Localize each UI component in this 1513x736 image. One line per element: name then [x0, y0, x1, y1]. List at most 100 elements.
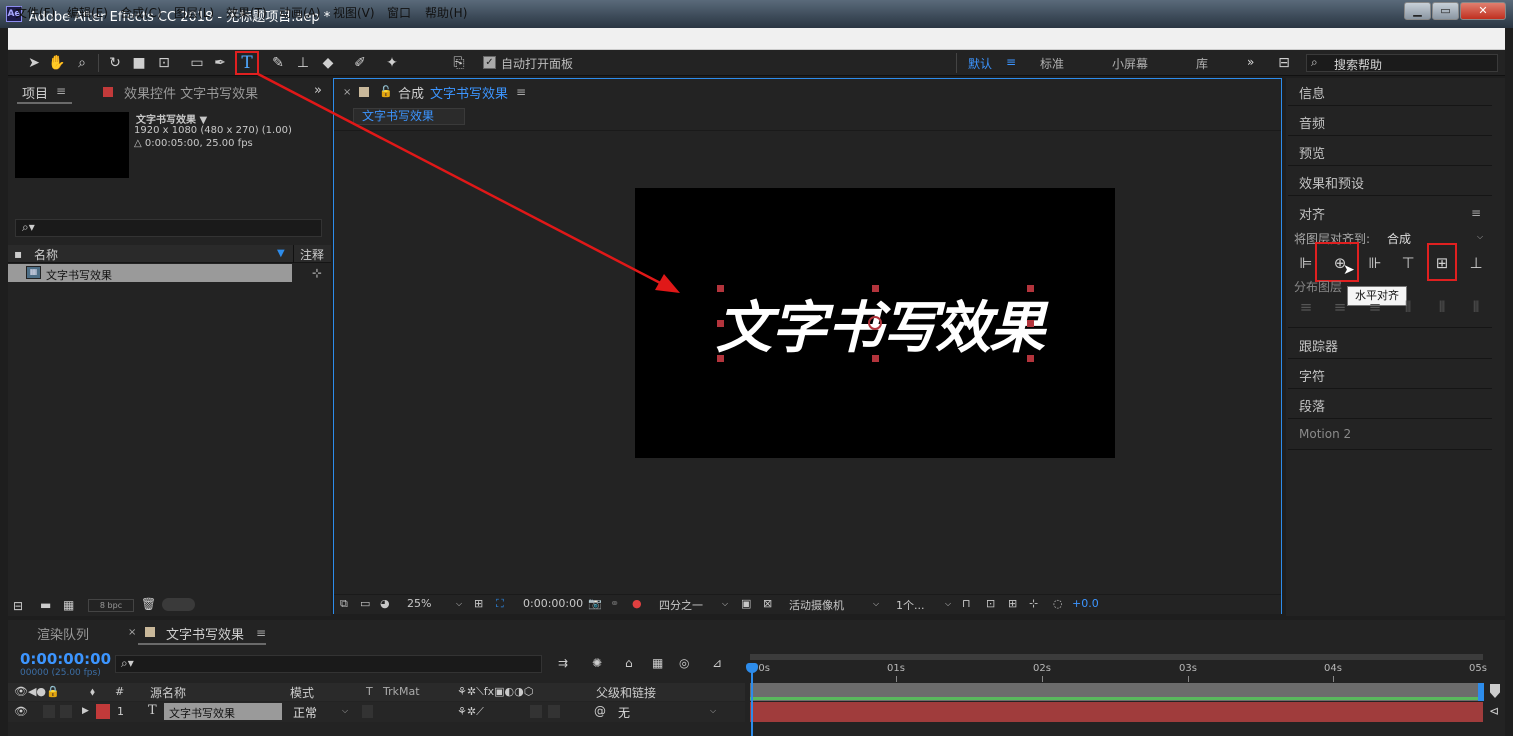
- hand-tool-icon[interactable]: ✋: [47, 53, 67, 73]
- fit-icon[interactable]: ⊞: [474, 597, 483, 610]
- fast-preview-icon[interactable]: ⊡: [986, 597, 995, 610]
- workspace-libraries[interactable]: 库: [1196, 55, 1208, 72]
- layer-duration-bar[interactable]: [750, 702, 1483, 722]
- panel-audio[interactable]: 音频: [1299, 113, 1325, 132]
- column-trkmat[interactable]: TrkMat: [383, 685, 420, 698]
- snapping-icon[interactable]: ⎘: [449, 53, 469, 73]
- solo-toggle[interactable]: [43, 705, 55, 718]
- interpret-footage-icon[interactable]: ⊟: [13, 599, 23, 613]
- tab-effect-controls[interactable]: 效果控件 文字书写效果: [124, 83, 258, 102]
- align-bottom-icon[interactable]: ⊥: [1466, 253, 1486, 273]
- bit-depth-button[interactable]: 8 bpc: [88, 599, 134, 612]
- camera-tool-icon[interactable]: ■: [129, 53, 149, 73]
- snapshot-icon[interactable]: 📷: [588, 597, 602, 610]
- layer-mode-dropdown[interactable]: 正常: [293, 704, 317, 721]
- transform-handle[interactable]: [872, 285, 879, 292]
- panel-paragraph[interactable]: 段落: [1299, 396, 1325, 415]
- roto-brush-tool-icon[interactable]: ✐: [350, 53, 370, 73]
- time-ruler[interactable]: [750, 660, 1485, 682]
- switch-toggle[interactable]: [548, 705, 560, 718]
- project-search-input[interactable]: [15, 219, 322, 237]
- transform-handle[interactable]: [717, 355, 724, 362]
- zoom-dropdown[interactable]: 25%: [407, 597, 431, 610]
- layer-switches-icons[interactable]: ⚘✲⟋: [457, 705, 484, 719]
- menu-layer[interactable]: 图层(L): [174, 4, 214, 21]
- panel-effects-presets[interactable]: 效果和预设: [1299, 173, 1364, 192]
- pen-tool-icon[interactable]: ✒: [210, 53, 230, 73]
- work-area-end-handle[interactable]: [1478, 683, 1484, 701]
- menu-composition[interactable]: 合成(C): [120, 4, 162, 21]
- layer-label-color[interactable]: [96, 704, 110, 719]
- menu-help[interactable]: 帮助(H): [425, 4, 467, 21]
- panel-menu-icon[interactable]: ≡: [516, 85, 526, 99]
- frame-blending-icon[interactable]: ▦: [652, 656, 663, 670]
- workspace-menu-icon[interactable]: ≡: [1006, 55, 1016, 69]
- switch-toggle[interactable]: [530, 705, 542, 718]
- transform-handle[interactable]: [1027, 320, 1034, 327]
- rotation-tool-icon[interactable]: ↻: [105, 53, 125, 73]
- new-folder-icon[interactable]: ▬: [40, 598, 51, 612]
- expand-layer-icon[interactable]: ▶: [82, 706, 89, 716]
- parent-dropdown[interactable]: 无: [618, 704, 630, 721]
- flowchart-icon[interactable]: ⊹: [1029, 597, 1038, 610]
- tab-render-queue[interactable]: 渲染队列: [37, 624, 89, 643]
- transform-handle[interactable]: [1027, 285, 1034, 292]
- show-snapshot-icon[interactable]: ⚭: [610, 597, 619, 610]
- align-top-icon[interactable]: ⊤: [1398, 253, 1418, 273]
- timeline-search-input[interactable]: [115, 655, 542, 673]
- menu-window[interactable]: 窗口: [387, 4, 411, 21]
- transform-handle[interactable]: [717, 320, 724, 327]
- transform-handle[interactable]: [1027, 355, 1034, 362]
- pixel-aspect-icon[interactable]: ⊓: [962, 597, 971, 610]
- motion-blur-icon[interactable]: ◎: [679, 656, 689, 670]
- reset-exposure-icon[interactable]: ◌: [1053, 597, 1063, 610]
- column-parent-link[interactable]: 父级和链接: [596, 684, 656, 701]
- zoom-tool-icon[interactable]: ⌕: [72, 53, 92, 73]
- channel-icon[interactable]: ●: [632, 597, 642, 610]
- panel-preview[interactable]: 预览: [1299, 143, 1325, 162]
- column-name[interactable]: 名称: [34, 246, 58, 263]
- always-preview-icon[interactable]: ⧉: [340, 597, 348, 611]
- selection-tool-icon[interactable]: ➤: [24, 53, 44, 73]
- transparency-grid-icon[interactable]: ⛶: [496, 597, 504, 611]
- resolution-dropdown[interactable]: 四分之一: [659, 597, 703, 613]
- visibility-eye-icon[interactable]: 👁: [14, 705, 28, 718]
- thumbnail-zoom-slider[interactable]: [162, 598, 195, 611]
- comp-breadcrumb[interactable]: 文字书写效果: [353, 108, 465, 125]
- mask-visibility-icon[interactable]: ◕: [380, 597, 390, 610]
- preserve-transparency-toggle[interactable]: [362, 705, 373, 718]
- lock-toggle[interactable]: [60, 705, 72, 718]
- region-of-interest-icon[interactable]: ▣: [741, 597, 751, 610]
- close-tab-icon[interactable]: ×: [128, 627, 136, 638]
- type-tool-icon[interactable]: T: [235, 51, 259, 75]
- workspace-default[interactable]: 默认: [968, 55, 992, 72]
- panel-info[interactable]: 信息: [1299, 83, 1325, 102]
- viewer-timecode[interactable]: 0:00:00:00: [523, 597, 583, 610]
- menu-view[interactable]: 视图(V): [333, 4, 375, 21]
- anchor-point-icon[interactable]: [868, 316, 882, 330]
- panel-character[interactable]: 字符: [1299, 366, 1325, 385]
- keyframe-nav-icon[interactable]: ⊲: [1489, 704, 1499, 718]
- exposure-value[interactable]: +0.0: [1072, 597, 1099, 610]
- clone-stamp-tool-icon[interactable]: ⊥: [293, 53, 313, 73]
- workspace-standard[interactable]: 标准: [1040, 55, 1064, 72]
- column-mode[interactable]: 模式: [290, 684, 314, 701]
- menu-animation[interactable]: 动画(A): [279, 4, 321, 21]
- lock-icon[interactable]: 🔓: [379, 85, 393, 98]
- panel-overflow-icon[interactable]: »: [314, 83, 322, 98]
- time-navigator[interactable]: [750, 654, 1483, 660]
- align-right-icon[interactable]: ⊪: [1365, 253, 1385, 273]
- panel-menu-icon[interactable]: ≡: [56, 84, 66, 98]
- panel-menu-icon[interactable]: ≡: [256, 626, 266, 640]
- tab-project[interactable]: 项目: [22, 83, 48, 102]
- menu-edit[interactable]: 编辑(E): [67, 4, 108, 21]
- current-time-indicator[interactable]: [751, 665, 753, 736]
- panel-menu-icon[interactable]: ≡: [1471, 206, 1481, 220]
- panel-tracker[interactable]: 跟踪器: [1299, 336, 1338, 355]
- column-source-name[interactable]: 源名称: [150, 684, 186, 701]
- monitor-icon[interactable]: ▭: [360, 597, 370, 610]
- transform-handle[interactable]: [717, 285, 724, 292]
- rectangle-tool-icon[interactable]: ▭: [187, 53, 207, 73]
- column-comment[interactable]: 注释: [300, 246, 324, 263]
- auto-open-panel-checkbox[interactable]: ✓: [483, 56, 496, 69]
